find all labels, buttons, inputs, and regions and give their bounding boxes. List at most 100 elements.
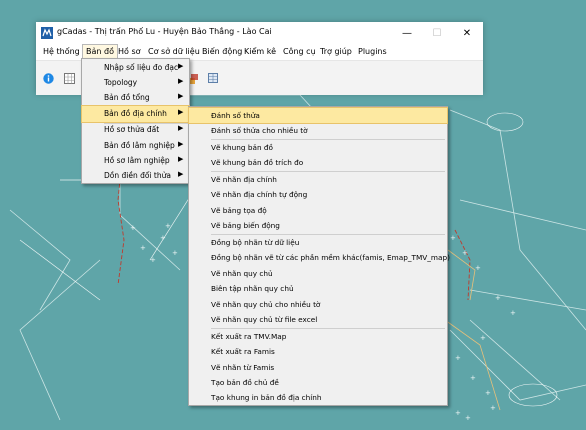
- dropdown-item-don-dien-doi-thua[interactable]: Dồn điền đổi thửa ▶: [82, 168, 189, 184]
- svg-text:+: +: [160, 234, 166, 242]
- submenu-item-label: Vẽ bảng biến động: [211, 221, 280, 230]
- submenu-item-label: Tạo khung in bản đồ địa chính: [211, 393, 322, 402]
- maximize-button[interactable]: ☐: [422, 22, 452, 44]
- svg-text:+: +: [475, 264, 481, 272]
- svg-text:+: +: [165, 222, 171, 230]
- menu-tro-giup[interactable]: Trợ giúp: [317, 45, 355, 59]
- submenu-item-label: Kết xuất ra Famis: [211, 347, 275, 356]
- submenu-item-label: Đánh số thửa: [211, 111, 260, 120]
- submenu-item-ve-nhan-tu-dong[interactable]: Vẽ nhãn địa chính tự động: [189, 187, 447, 202]
- submenu-item-label: Vẽ nhãn quy chủ từ file excel: [211, 315, 318, 324]
- menu-ban-do[interactable]: Bản đồ: [82, 44, 118, 60]
- submenu-item-ve-bang-bien-dong[interactable]: Vẽ bảng biến động: [189, 218, 447, 233]
- dropdown-item-label: Hồ sơ lâm nghiệp: [104, 156, 170, 165]
- submenu-item-dong-bo-nhan-phan-mem[interactable]: Đồng bộ nhãn vẽ từ các phần mềm khác(fam…: [189, 250, 450, 265]
- svg-text:+: +: [150, 256, 156, 264]
- close-button[interactable]: ✕: [452, 22, 482, 44]
- submenu-item-ve-bang-toa-do[interactable]: Vẽ bảng tọa độ: [189, 203, 447, 218]
- submenu-item-label: Kết xuất ra TMV.Map: [211, 332, 287, 341]
- dropdown-item-label: Bản đồ địa chính: [104, 109, 167, 118]
- svg-text:+: +: [455, 354, 461, 362]
- dropdown-item-ban-do-dia-chinh[interactable]: Bản đồ địa chính ▶: [81, 105, 190, 123]
- submenu-item-bien-tap-nhan[interactable]: Biên tập nhãn quy chủ: [189, 281, 447, 296]
- svg-text:+: +: [485, 389, 491, 397]
- dropdown-item-label: Nhập số liệu đo đạc: [104, 63, 179, 72]
- dropdown-item-topology[interactable]: Topology ▶: [82, 75, 189, 91]
- submenu-item-tao-ban-do-chu-de[interactable]: Tạo bản đồ chủ đề: [189, 375, 447, 390]
- svg-text:+: +: [480, 334, 486, 342]
- app-logo-icon: [41, 27, 53, 39]
- submenu-arrow-icon: ▶: [178, 62, 184, 70]
- submenu-arrow-icon: ▶: [178, 155, 184, 163]
- svg-text:+: +: [130, 224, 136, 232]
- submenu-item-label: Vẽ nhãn quy chủ cho nhiều tờ: [211, 300, 321, 309]
- submenu-item-label: Biên tập nhãn quy chủ: [211, 284, 294, 293]
- svg-text:+: +: [450, 234, 456, 242]
- menu-kiem-ke[interactable]: Kiểm kê: [241, 45, 279, 59]
- svg-text:+: +: [462, 249, 468, 257]
- svg-text:+: +: [455, 409, 461, 417]
- submenu-item-ve-nhan-nhieu-to[interactable]: Vẽ nhãn quy chủ cho nhiều tờ: [189, 297, 447, 312]
- menu-bien-dong[interactable]: Biến động: [199, 45, 245, 59]
- submenu-arrow-icon: ▶: [178, 140, 184, 148]
- submenu-item-label: Đồng bộ nhãn vẽ từ các phần mềm khác(fam…: [211, 253, 450, 262]
- dropdown-item-label: Dồn điền đổi thửa: [104, 171, 171, 180]
- table-icon[interactable]: [208, 73, 218, 83]
- submenu-item-label: Vẽ nhãn quy chủ: [211, 269, 273, 278]
- svg-text:+: +: [172, 249, 178, 257]
- dropdown-item-ban-do-tong[interactable]: Bản đồ tổng ▶: [82, 90, 189, 106]
- submenu-item-label: Vẽ nhãn địa chính: [211, 175, 277, 184]
- submenu-item-label: Đánh số thửa cho nhiều tờ: [211, 126, 308, 135]
- submenu-item-label: Tạo bản đồ chủ đề: [211, 378, 279, 387]
- submenu-item-label: Vẽ nhãn từ Famis: [211, 363, 275, 372]
- submenu-item-label: Vẽ nhãn địa chính tự động: [211, 190, 308, 199]
- submenu-arrow-icon: ▶: [178, 77, 184, 85]
- submenu-item-ve-nhan-quy-chu[interactable]: Vẽ nhãn quy chủ: [189, 266, 447, 281]
- submenu-item-ket-xuat-famis[interactable]: Kết xuất ra Famis: [189, 344, 447, 359]
- svg-text:+: +: [510, 309, 516, 317]
- submenu-item-ve-nhan-dia-chinh[interactable]: Vẽ nhãn địa chính: [189, 172, 447, 187]
- menu-cong-cu[interactable]: Công cụ: [280, 45, 319, 59]
- dropdown-item-label: Topology: [104, 78, 138, 87]
- dropdown-item-ho-so-lam-nghiep[interactable]: Hồ sơ lâm nghiệp ▶: [82, 153, 189, 169]
- dropdown-item-nhap-so-lieu[interactable]: Nhập số liệu đo đạc ▶: [82, 60, 189, 76]
- svg-text:+: +: [470, 374, 476, 382]
- svg-text:+: +: [465, 414, 471, 422]
- title-bar[interactable]: gCadas - Thị trấn Phố Lu - Huyện Bảo Thắ…: [36, 22, 483, 44]
- submenu-arrow-icon: ▶: [178, 124, 184, 132]
- menu-ho-so[interactable]: Hồ sơ: [115, 45, 144, 59]
- submenu-item-label: Vẽ khung bản đồ trích đo: [211, 158, 304, 167]
- ban-do-dia-chinh-submenu: Đánh số thửa Đánh số thửa cho nhiều tờ V…: [188, 106, 450, 406]
- dropdown-item-label: Hồ sơ thửa đất: [104, 125, 160, 134]
- ban-do-dropdown: Nhập số liệu đo đạc ▶ Topology ▶ Bản đồ …: [81, 58, 190, 184]
- submenu-item-tao-khung-in[interactable]: Tạo khung in bản đồ địa chính: [189, 390, 447, 405]
- submenu-item-danh-so-thua-nhieu-to[interactable]: Đánh số thửa cho nhiều tờ: [189, 123, 447, 138]
- dropdown-item-label: Bản đồ lâm nghiệp: [104, 141, 175, 150]
- submenu-item-ve-khung-trich-do[interactable]: Vẽ khung bản đồ trích đo: [189, 155, 447, 170]
- submenu-arrow-icon: ▶: [178, 170, 184, 178]
- submenu-arrow-icon: ▶: [178, 92, 184, 100]
- dropdown-item-label: Bản đồ tổng: [104, 93, 150, 102]
- dropdown-item-ho-so-thua-dat[interactable]: Hồ sơ thửa đất ▶: [82, 122, 189, 138]
- submenu-item-ket-xuat-tmv[interactable]: Kết xuất ra TMV.Map: [189, 329, 447, 344]
- submenu-item-ve-khung-ban-do[interactable]: Vẽ khung bản đồ: [189, 140, 447, 155]
- menu-plugins[interactable]: Plugins: [355, 45, 390, 59]
- grid-icon[interactable]: [64, 73, 75, 84]
- minimize-button[interactable]: —: [392, 22, 422, 44]
- svg-text:+: +: [140, 244, 146, 252]
- submenu-item-ve-nhan-excel[interactable]: Vẽ nhãn quy chủ từ file excel: [189, 312, 447, 327]
- svg-text:+: +: [490, 404, 496, 412]
- submenu-item-label: Vẽ bảng tọa độ: [211, 206, 267, 215]
- submenu-item-label: Vẽ khung bản đồ: [211, 143, 273, 152]
- submenu-arrow-icon: ▶: [178, 108, 184, 116]
- submenu-item-ve-nhan-famis[interactable]: Vẽ nhãn từ Famis: [189, 360, 447, 375]
- menu-he-thong[interactable]: Hệ thống: [40, 45, 83, 59]
- window-title: gCadas - Thị trấn Phố Lu - Huyện Bảo Thắ…: [57, 27, 272, 36]
- info-icon[interactable]: [43, 73, 54, 84]
- menu-co-so-du-lieu[interactable]: Cơ sở dữ liệu: [145, 45, 203, 59]
- submenu-item-label: Đồng bộ nhãn từ dữ liệu: [211, 238, 300, 247]
- submenu-item-danh-so-thua[interactable]: Đánh số thửa: [188, 107, 448, 124]
- svg-text:+: +: [495, 294, 501, 302]
- dropdown-item-ban-do-lam-nghiep[interactable]: Bản đồ lâm nghiệp ▶: [82, 138, 189, 154]
- submenu-item-dong-bo-nhan[interactable]: Đồng bộ nhãn từ dữ liệu: [189, 235, 447, 250]
